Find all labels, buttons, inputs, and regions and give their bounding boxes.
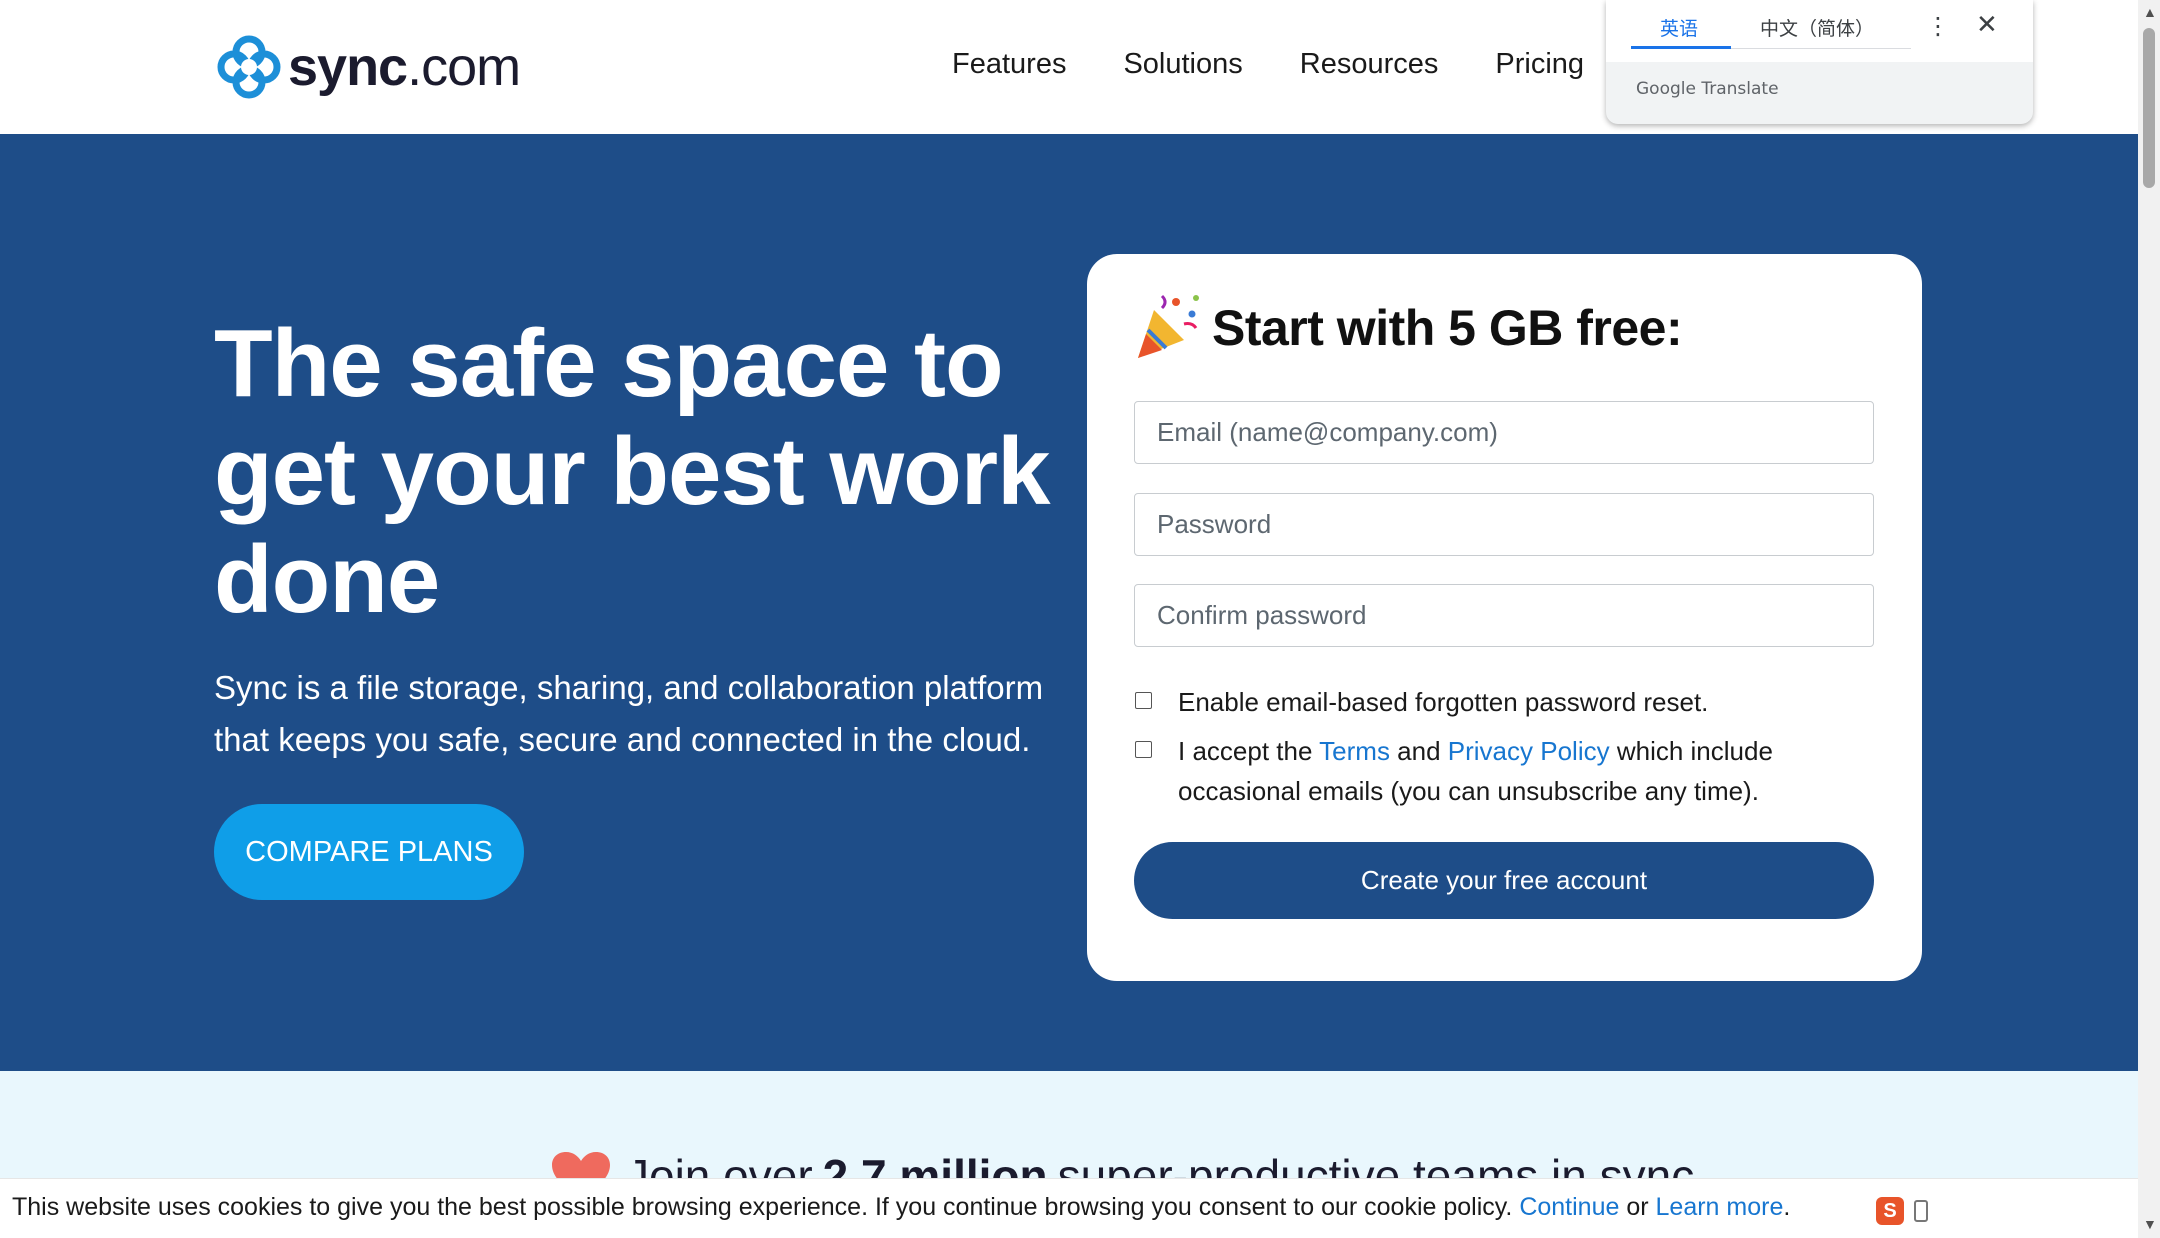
password-field[interactable] [1134, 493, 1874, 556]
nav-pricing[interactable]: Pricing [1495, 48, 1584, 81]
extension-icons: S [1876, 1197, 1928, 1225]
terms-checkbox[interactable] [1135, 741, 1152, 758]
extension-s-icon[interactable]: S [1876, 1197, 1904, 1225]
translate-tab-chinese[interactable]: 中文（简体） [1760, 14, 1874, 41]
nav-features[interactable]: Features [952, 48, 1066, 81]
privacy-policy-link[interactable]: Privacy Policy [1448, 736, 1610, 766]
nav-solutions[interactable]: Solutions [1123, 48, 1242, 81]
signup-header: Start with 5 GB free: [1132, 288, 1683, 367]
sync-logo-icon [217, 35, 281, 99]
google-translate-popup: 英语 中文（简体） ⋮ ✕ Google Translate [1606, 0, 2033, 124]
reset-label: Enable email-based forgotten password re… [1178, 687, 1709, 717]
confirm-password-field[interactable] [1134, 584, 1874, 647]
translate-tabs: 英语 中文（简体） ⋮ ✕ [1606, 0, 2033, 62]
cookie-text: This website uses cookies to give you th… [12, 1193, 1791, 1221]
terms-link[interactable]: Terms [1319, 736, 1390, 766]
reset-checkbox[interactable] [1135, 692, 1152, 709]
tab-divider [1731, 48, 1911, 49]
main-nav: Features Solutions Resources Pricing [952, 48, 1641, 81]
extension-tool-icon[interactable] [1914, 1200, 1928, 1222]
reset-option-row: Enable email-based forgotten password re… [1135, 682, 1708, 722]
hero-subtitle: Sync is a file storage, sharing, and col… [214, 669, 1044, 758]
sync-logo[interactable]: sync.com [214, 32, 521, 102]
scroll-up-arrow-icon[interactable]: ▲ [2143, 4, 2157, 20]
logo-text: sync.com [288, 37, 521, 97]
signup-title: Start with 5 GB free: [1212, 299, 1683, 356]
more-vert-icon[interactable]: ⋮ [1926, 12, 1950, 40]
page-scrollbar[interactable]: ▲ ▼ [2138, 0, 2160, 1238]
close-icon[interactable]: ✕ [1976, 10, 1998, 40]
terms-label: I accept the Terms and Privacy Policy wh… [1178, 736, 1773, 806]
scroll-thumb[interactable] [2143, 28, 2155, 188]
hero-section: The safe space to get your best work don… [0, 134, 2138, 1071]
cookie-learn-more-link[interactable]: Learn more [1656, 1193, 1784, 1221]
google-translate-brand: Google Translate [1636, 79, 1779, 99]
signup-card: Start with 5 GB free: Enable email-based… [1087, 254, 1922, 981]
party-popper-icon [1132, 288, 1206, 367]
hero-title: The safe space to get your best work don… [214, 310, 1051, 633]
cookie-continue-link[interactable]: Continue [1519, 1193, 1619, 1221]
compare-plans-button[interactable]: COMPARE PLANS [214, 804, 524, 900]
terms-option-row: I accept the Terms and Privacy Policy wh… [1135, 731, 1875, 811]
nav-resources[interactable]: Resources [1300, 48, 1439, 81]
scroll-down-arrow-icon[interactable]: ▼ [2143, 1216, 2157, 1232]
translate-tab-english[interactable]: 英语 [1660, 14, 1698, 41]
create-account-button[interactable]: Create your free account [1134, 842, 1874, 919]
cookie-banner: This website uses cookies to give you th… [0, 1178, 2138, 1238]
active-tab-indicator [1631, 46, 1731, 49]
email-field[interactable] [1134, 401, 1874, 464]
